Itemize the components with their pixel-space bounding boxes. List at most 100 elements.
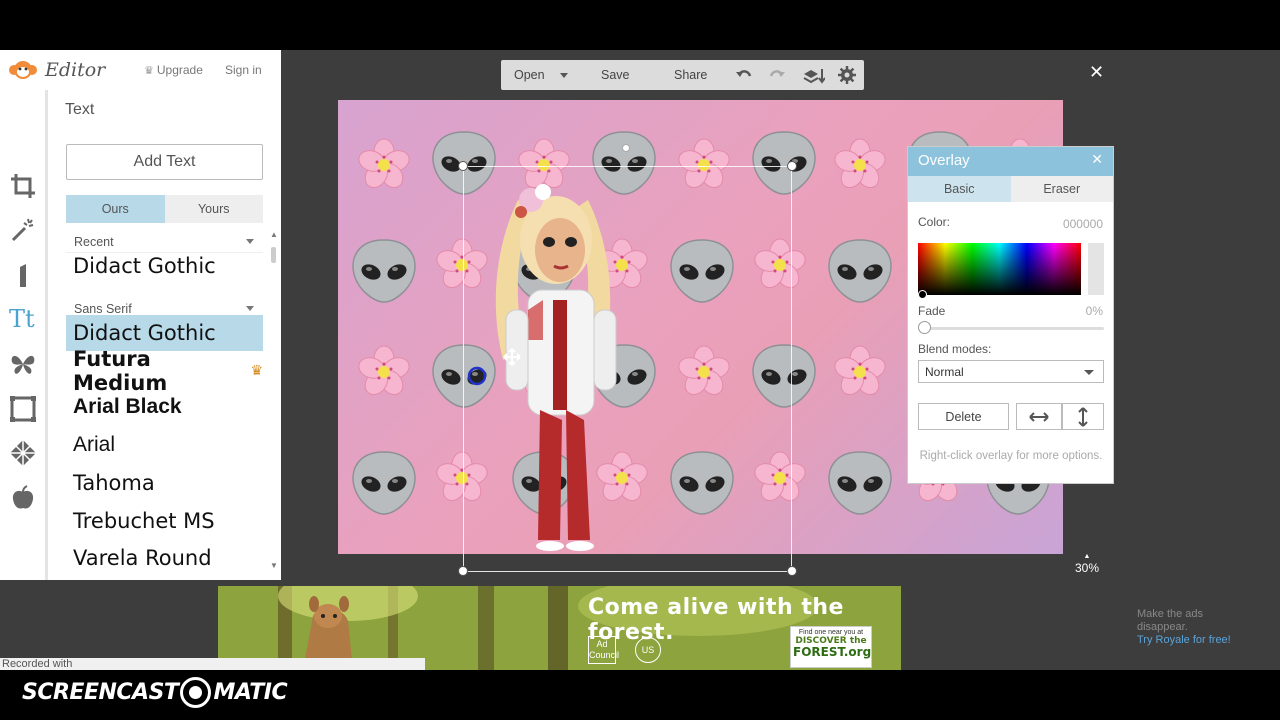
scroll-down-arrow-icon[interactable]: ▼ xyxy=(270,561,278,570)
font-item-selected[interactable]: Didact Gothic xyxy=(66,315,263,351)
record-circle-icon xyxy=(180,677,212,708)
texture-grid-icon xyxy=(10,440,36,466)
editor-app: Editor ♛ Upgrade Sign in Tt Text Add Tex… xyxy=(0,50,1280,672)
category-sans-label: Sans Serif xyxy=(74,301,132,316)
left-panel: Editor ♛ Upgrade Sign in Tt Text Add Tex… xyxy=(0,50,281,580)
screencast-logo-right: MATIC xyxy=(213,680,288,705)
save-button[interactable]: Save xyxy=(601,68,630,82)
text-panel: Text Add Text Ours Yours ▲ ▼ Recent Dida… xyxy=(52,90,281,580)
frame-icon xyxy=(10,396,36,422)
resize-handle-tr[interactable] xyxy=(787,161,797,171)
fade-label: Fade xyxy=(918,304,946,318)
scroll-thumb[interactable] xyxy=(271,247,276,263)
forest-service-logo: US xyxy=(635,637,661,663)
logo-text: Editor xyxy=(45,59,106,81)
ad-discover-badge[interactable]: Find one near you at DISCOVER the FOREST… xyxy=(790,626,872,668)
ads-notice: Make the ads disappear. Try Royale for f… xyxy=(1137,608,1231,647)
flip-horizontal-icon xyxy=(1029,411,1049,422)
overlays-tool[interactable] xyxy=(8,349,38,379)
flip-vertical-button[interactable] xyxy=(1062,403,1104,430)
font-item[interactable]: Varela Round xyxy=(66,540,263,576)
top-black-bar xyxy=(0,0,1280,50)
textures-tool[interactable] xyxy=(8,438,38,468)
tab-yours[interactable]: Yours xyxy=(164,195,263,223)
chevron-down-icon xyxy=(1084,370,1094,375)
text-tool[interactable]: Tt xyxy=(8,304,38,334)
color-spectrum[interactable] xyxy=(918,243,1081,295)
font-item[interactable]: Didact Gothic xyxy=(66,248,263,284)
tab-basic[interactable]: Basic xyxy=(908,176,1011,202)
chevron-down-icon xyxy=(246,239,254,244)
try-royale-link[interactable]: Try Royale for free! xyxy=(1137,634,1231,647)
resize-handle-br[interactable] xyxy=(787,566,797,576)
gear-icon[interactable] xyxy=(838,66,856,84)
screencast-bottom-bar: SCREENCAST MATIC xyxy=(0,670,1280,720)
ads-notice-line1: Make the ads xyxy=(1137,608,1204,620)
crop-tool[interactable] xyxy=(8,171,38,201)
font-source-tabs: Ours Yours xyxy=(66,195,263,223)
font-list-scrollbar[interactable]: ▲ ▼ xyxy=(269,230,279,570)
close-editor-icon[interactable]: ✕ xyxy=(1089,62,1104,83)
font-item[interactable]: Arial Black xyxy=(66,389,263,425)
fade-slider[interactable] xyxy=(918,327,1104,330)
signin-link[interactable]: Sign in xyxy=(225,63,262,77)
lipstick-icon xyxy=(20,264,26,287)
font-item-premium[interactable]: Futura Medium ♛ xyxy=(66,347,263,395)
crop-icon xyxy=(11,174,35,198)
color-hex-value[interactable]: 000000 xyxy=(1063,217,1103,231)
overlay-selection-box[interactable] xyxy=(463,166,792,572)
blend-mode-select[interactable]: Normal xyxy=(918,360,1104,383)
overlay-title: Overlay xyxy=(918,152,970,169)
top-toolbar: Open Save Share xyxy=(501,60,864,90)
close-icon[interactable]: ✕ xyxy=(1091,151,1103,168)
svg-text:Tt: Tt xyxy=(9,305,35,333)
blend-modes-label: Blend modes: xyxy=(918,342,992,356)
color-picker-knob[interactable] xyxy=(918,290,927,299)
effects-tool[interactable] xyxy=(8,215,38,245)
overlay-panel: Overlay ✕ Basic Eraser Color: 000000 Fad… xyxy=(907,146,1114,484)
category-recent-label: Recent xyxy=(74,234,114,249)
overlay-tabs: Basic Eraser xyxy=(908,176,1113,202)
overlay-panel-header: Overlay ✕ xyxy=(908,147,1113,176)
ads-notice-line2: disappear. xyxy=(1137,621,1188,633)
frames-tool[interactable] xyxy=(8,394,38,424)
butterfly-icon xyxy=(11,355,35,374)
ad-council-logo: Ad Council xyxy=(588,636,619,664)
rotate-handle[interactable] xyxy=(622,144,630,152)
font-item[interactable]: Arial xyxy=(66,427,263,463)
screencast-logo-left: SCREENCAST xyxy=(22,680,179,705)
chevron-up-icon: ▲ xyxy=(1083,553,1091,560)
share-button[interactable]: Share xyxy=(674,68,707,82)
upgrade-link[interactable]: ♛ Upgrade xyxy=(144,63,203,77)
crown-icon: ♛ xyxy=(144,64,154,77)
tab-eraser[interactable]: Eraser xyxy=(1010,176,1113,202)
touchup-tool[interactable] xyxy=(8,260,38,290)
apple-icon xyxy=(12,485,34,509)
badge-line3: FOREST.org xyxy=(793,645,872,659)
redo-icon[interactable] xyxy=(768,66,786,84)
fade-slider-knob[interactable] xyxy=(918,321,931,334)
resize-handle-tl[interactable] xyxy=(458,161,468,171)
scroll-up-arrow-icon[interactable]: ▲ xyxy=(270,230,278,239)
resize-handle-bl[interactable] xyxy=(458,566,468,576)
text-tt-icon: Tt xyxy=(9,305,35,333)
font-item-label: Futura Medium xyxy=(73,347,168,395)
color-brightness-bar[interactable] xyxy=(1088,243,1104,295)
font-item[interactable]: Tahoma xyxy=(66,465,263,501)
layers-sort-icon[interactable] xyxy=(803,66,825,84)
open-menu[interactable]: Open xyxy=(514,68,569,82)
themes-tool[interactable] xyxy=(8,483,38,513)
add-text-button[interactable]: Add Text xyxy=(66,144,263,180)
color-label: Color: xyxy=(918,215,951,229)
undo-icon[interactable] xyxy=(735,66,753,84)
flip-vertical-icon xyxy=(1078,406,1088,427)
tab-ours[interactable]: Ours xyxy=(66,195,165,223)
delete-button[interactable]: Delete xyxy=(918,403,1009,430)
font-item[interactable]: Trebuchet MS xyxy=(66,503,263,539)
flip-horizontal-button[interactable] xyxy=(1016,403,1062,430)
zoom-control[interactable]: ▲ 30% xyxy=(1075,552,1099,575)
screencast-logo: SCREENCAST MATIC xyxy=(22,677,288,708)
monkey-logo-icon[interactable] xyxy=(8,59,38,81)
chevron-down-icon xyxy=(246,306,254,311)
blend-mode-value: Normal xyxy=(925,365,964,379)
